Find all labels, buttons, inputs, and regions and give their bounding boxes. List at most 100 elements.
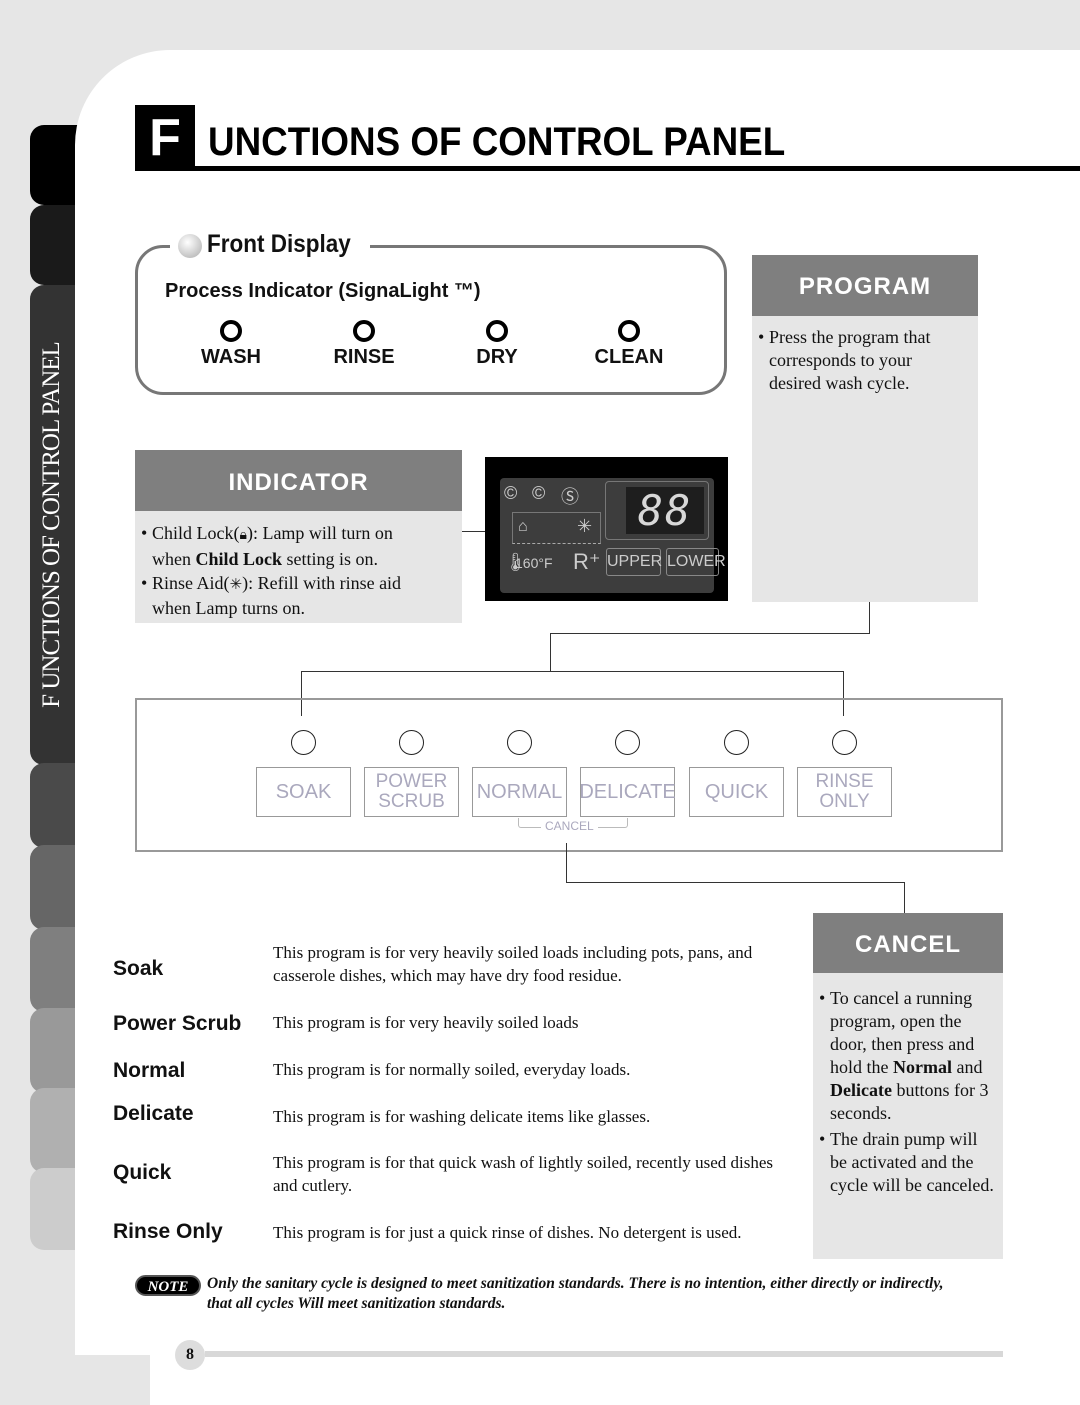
program-name-delicate: Delicate — [113, 1102, 194, 1125]
connector-line — [301, 671, 844, 672]
indicator-body: • Child Lock(🔒︎): Lamp will turn on when… — [135, 511, 462, 623]
program-callout: PROGRAM • Press the program that corresp… — [752, 255, 978, 602]
program-heading: PROGRAM — [752, 255, 978, 316]
child-lock-icon: ⌂ — [518, 518, 528, 535]
indicator-light-icon — [220, 320, 242, 342]
program-name-power-scrub: Power Scrub — [113, 1012, 242, 1035]
child-lock-text: Child Lock(🔒︎): Lamp will turn on when C… — [152, 521, 393, 571]
rinse-aid-line2: when Lamp turns on. — [152, 598, 305, 618]
quick-led-icon — [724, 730, 749, 755]
process-light-dry: DRY — [437, 320, 557, 369]
cancel-text-mid: and — [951, 1057, 983, 1077]
rinse-aid-suffix: ): Refill with rinse aid — [242, 573, 402, 593]
program-desc-quick: This program is for that quick wash of l… — [273, 1153, 773, 1195]
upper-rack-indicator: UPPER — [606, 548, 662, 576]
page-number: 8 — [175, 1340, 205, 1370]
process-light-label: RINSE — [333, 346, 395, 368]
note-badge: NOTE — [135, 1275, 201, 1296]
connector-line — [550, 633, 551, 671]
rinse-aid-icon: ✳ — [229, 575, 243, 593]
lower-rack-indicator: LOWER — [666, 548, 726, 576]
program-name-quick: Quick — [113, 1161, 172, 1184]
bullet-icon: • — [819, 988, 826, 1008]
side-tab-2[interactable] — [30, 205, 80, 285]
child-lock-suffix: ): Lamp will turn on — [246, 523, 393, 543]
temperature-readout: 160°F — [515, 555, 553, 571]
normal-led-icon — [507, 730, 532, 755]
button-label-line1: POWER — [375, 771, 448, 792]
program-bullet: • Press the program that corresponds to … — [758, 326, 968, 395]
front-display-heading: Front Display — [207, 230, 351, 258]
side-tab-4[interactable] — [30, 763, 80, 848]
button-label: NORMAL — [476, 781, 563, 803]
bullet-icon: • — [141, 573, 148, 593]
cancel-bullet-2-text: The drain pump will be activated and the… — [830, 1129, 994, 1195]
program-desc-normal: This program is for normally soiled, eve… — [273, 1060, 631, 1079]
rinse-only-led-icon — [832, 730, 857, 755]
normal-button[interactable]: NORMAL — [472, 767, 567, 817]
rinse-spiral-icon: © — [532, 483, 546, 503]
process-indicator-label: Process Indicator (SignaLight ™) — [165, 280, 481, 302]
cancel-combo-label: CANCEL — [541, 819, 598, 833]
rinse-aid-prefix: Rinse Aid( — [152, 573, 230, 593]
bullet-icon: • — [819, 1129, 826, 1149]
side-tab-5[interactable] — [30, 845, 80, 930]
bullet-icon: • — [758, 327, 765, 347]
connector-line — [550, 633, 870, 634]
cancel-callout: CANCEL • To cancel a running program, op… — [813, 913, 1003, 1259]
child-lock-line2-post: setting is on. — [282, 549, 379, 569]
quick-button[interactable]: QUICK — [689, 767, 784, 817]
side-tab-9[interactable] — [30, 1168, 80, 1250]
page-margin — [0, 1355, 150, 1405]
indicator-light-icon — [618, 320, 640, 342]
child-lock-prefix: Child Lock( — [152, 523, 240, 543]
bullet-sphere-icon — [178, 234, 202, 258]
program-name-normal: Normal — [113, 1059, 186, 1082]
button-label-line2: SCRUB — [378, 791, 445, 812]
side-tab-8[interactable] — [30, 1088, 80, 1173]
process-light-clean: CLEAN — [569, 320, 689, 369]
digit-display: 88 — [626, 487, 704, 534]
bullet-icon: • — [141, 523, 148, 543]
dry-spiral-icon: Ⓢ — [561, 487, 579, 507]
button-label-line1: RINSE — [815, 771, 874, 792]
indicator-heading: INDICATOR — [135, 450, 462, 511]
program-bullet-text: Press the program that corresponds to yo… — [769, 327, 931, 393]
program-desc-soak: This program is for very heavily soiled … — [273, 943, 753, 985]
indicator-light-icon — [353, 320, 375, 342]
button-label-line2: ONLY — [819, 791, 870, 812]
connector-line — [869, 602, 870, 634]
side-tab-7[interactable] — [30, 1008, 80, 1093]
note-text: Only the sanitary cycle is designed to m… — [207, 1275, 944, 1312]
title-underline — [195, 166, 1080, 171]
child-lock-line2-pre: when — [152, 549, 196, 569]
power-scrub-button[interactable]: POWER SCRUB — [364, 767, 459, 817]
indicator-light-icon — [486, 320, 508, 342]
process-light-wash: WASH — [171, 320, 291, 369]
button-label: DELICATE — [579, 781, 676, 803]
title-initial: F — [135, 105, 195, 171]
wash-spiral-icon: © — [504, 483, 518, 503]
page-title: UNCTIONS OF CONTROL PANEL — [208, 120, 786, 164]
rinse-only-button[interactable]: RINSE ONLY — [797, 767, 892, 817]
cancel-text-normal: Normal — [893, 1057, 952, 1077]
delicate-button[interactable]: DELICATE — [579, 767, 676, 817]
program-desc-rinse-only: This program is for just a quick rinse o… — [273, 1223, 742, 1242]
process-light-label: WASH — [201, 346, 261, 368]
child-lock-bold: Child Lock — [195, 549, 283, 569]
soak-button[interactable]: SOAK — [256, 767, 351, 817]
child-lock-icon: 🔒︎ — [239, 527, 247, 543]
cancel-bullet-1-text: To cancel a running program, open the do… — [830, 987, 995, 1125]
indicator-callout: INDICATOR • Child Lock(🔒︎): Lamp will tu… — [135, 450, 462, 623]
side-tab-1[interactable] — [30, 125, 80, 205]
program-desc-delicate: This program is for washing delicate ite… — [273, 1107, 651, 1126]
delicate-led-icon — [615, 730, 640, 755]
cancel-bullet: • To cancel a running program, open the … — [819, 987, 995, 1125]
program-name-soak: Soak — [113, 957, 164, 980]
process-light-label: CLEAN — [594, 346, 664, 368]
process-light-rinse: RINSE — [304, 320, 424, 369]
side-tab-label: F UNCTIONS OF CONTROL PANEL — [38, 342, 65, 708]
process-light-label: DRY — [476, 346, 518, 368]
side-tab-6[interactable] — [30, 927, 80, 1012]
soak-led-icon — [291, 730, 316, 755]
